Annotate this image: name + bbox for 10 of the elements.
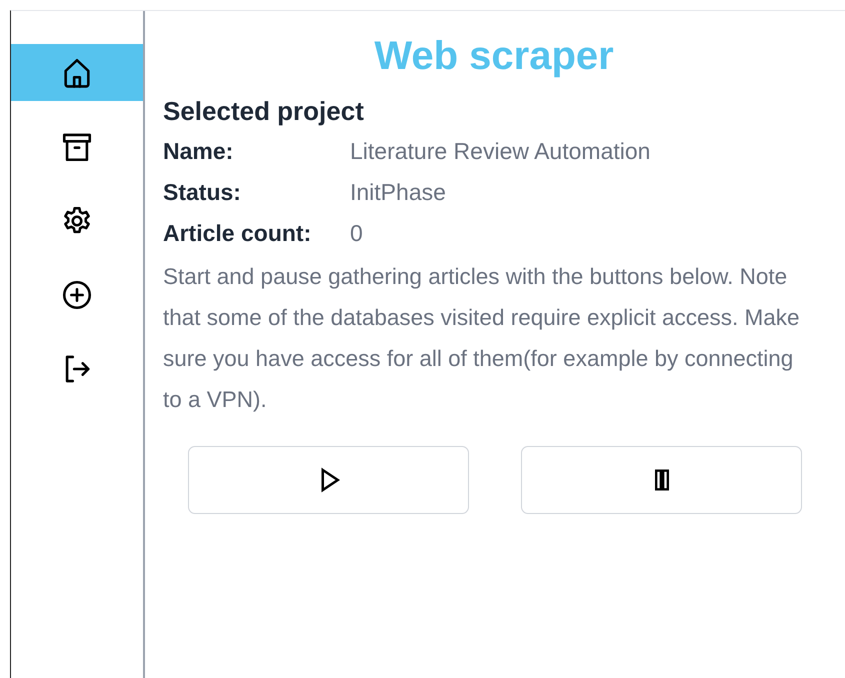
field-label: Name: [163, 137, 234, 166]
sidebar-item[interactable] [11, 44, 143, 101]
field-value: InitPhase [350, 178, 447, 207]
field-value: Literature Review Automation [350, 137, 650, 166]
field-label: Article count: [163, 219, 312, 248]
field-label: Status: [163, 178, 242, 207]
section-heading: Selected project [163, 95, 365, 128]
field-value: 0 [350, 219, 364, 248]
description-text: Start and pause gathering articles with the buttons below. Note that some of the databases visited require explicit access. Make sure you have access for all of them(for example by connecting to a VPN). [163, 263, 801, 414]
page-title: Web scraper [373, 33, 615, 79]
